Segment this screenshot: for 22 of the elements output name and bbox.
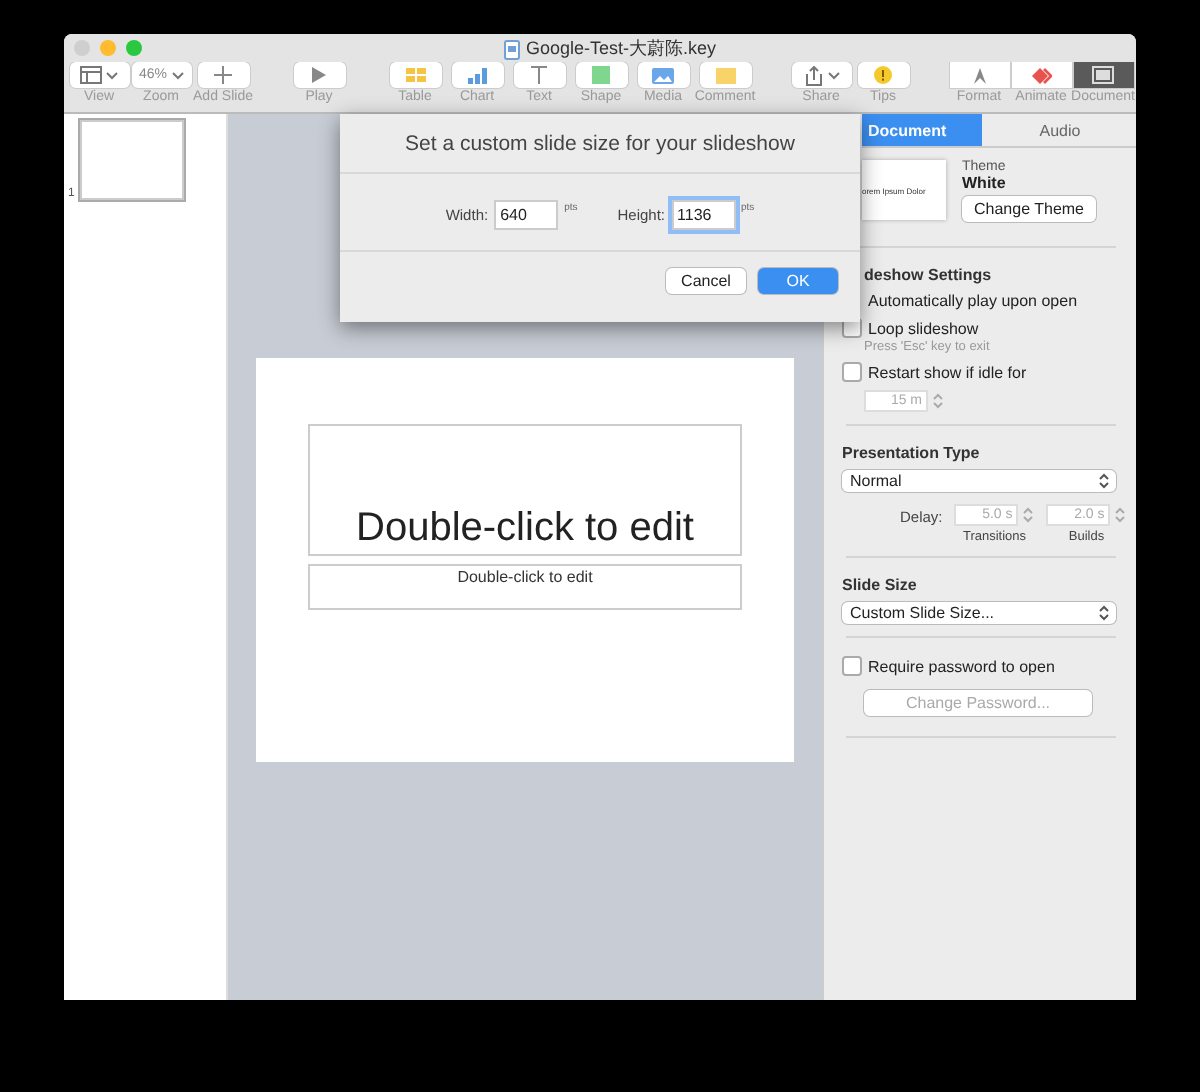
checkbox-label: Require password to open bbox=[868, 657, 1055, 675]
input-field[interactable]: 640 bbox=[494, 200, 559, 230]
section-heading: Presentation Type bbox=[842, 444, 982, 462]
subtitle-placeholder[interactable]: Double-click to edit bbox=[308, 564, 742, 610]
slide-size-popup[interactable]: Custom Slide Size... bbox=[842, 602, 1116, 624]
section-heading: Slide Size bbox=[842, 576, 919, 594]
subtitle-text: Double-click to edit bbox=[457, 568, 593, 590]
popup-value: Normal bbox=[850, 472, 902, 490]
option-label: Automatically play upon open bbox=[868, 292, 1078, 310]
dialog-title: Set a custom slide size for your slideshow bbox=[340, 114, 860, 174]
presentation-type-popup[interactable]: Normal bbox=[842, 470, 1116, 492]
popup-value: Custom Slide Size... bbox=[850, 604, 995, 622]
window-title: Google-Test-大蔚陈.key bbox=[526, 36, 717, 62]
input-field[interactable]: 1136 bbox=[671, 200, 736, 230]
title-text: Double-click to edit bbox=[356, 506, 694, 552]
cancel-button[interactable]: Cancel bbox=[666, 268, 746, 294]
checkbox-label: Loop slideshow bbox=[868, 319, 979, 337]
checkbox-label: Restart show if idle for bbox=[868, 363, 1027, 381]
section-heading: deshow Settings bbox=[862, 266, 994, 284]
title-placeholder[interactable]: Double-click to edit bbox=[308, 424, 742, 556]
change-theme-button[interactable]: Change Theme bbox=[962, 196, 1096, 222]
theme-name: White bbox=[962, 174, 1006, 192]
